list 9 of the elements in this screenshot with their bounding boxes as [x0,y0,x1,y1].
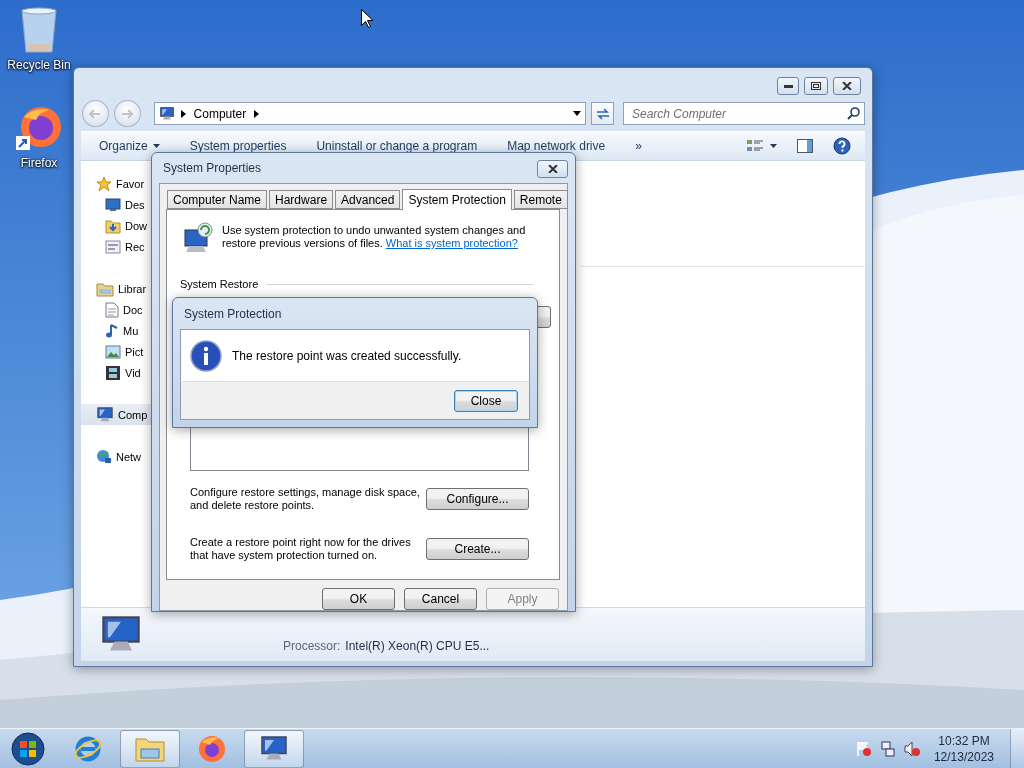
intro-text: Use system protection to undo unwanted system changes and restore previous versions of files. What is system protection? [222,224,527,251]
message-text: The restore point was created successfully. [232,348,462,363]
dialog-title: System Properties [162,161,262,175]
section-heading: System Restore [180,278,259,290]
create-description: Create a restore point right now for the drives that have system protection turned on. [190,536,412,562]
configure-description: Configure restore settings, manage disk space, and delete restore points. [190,486,421,512]
processor-value: Intel(R) Xeon(R) CPU E5... [345,638,490,653]
message-box-title: System Protection [183,306,282,321]
processor-label: Processor: [283,638,341,653]
